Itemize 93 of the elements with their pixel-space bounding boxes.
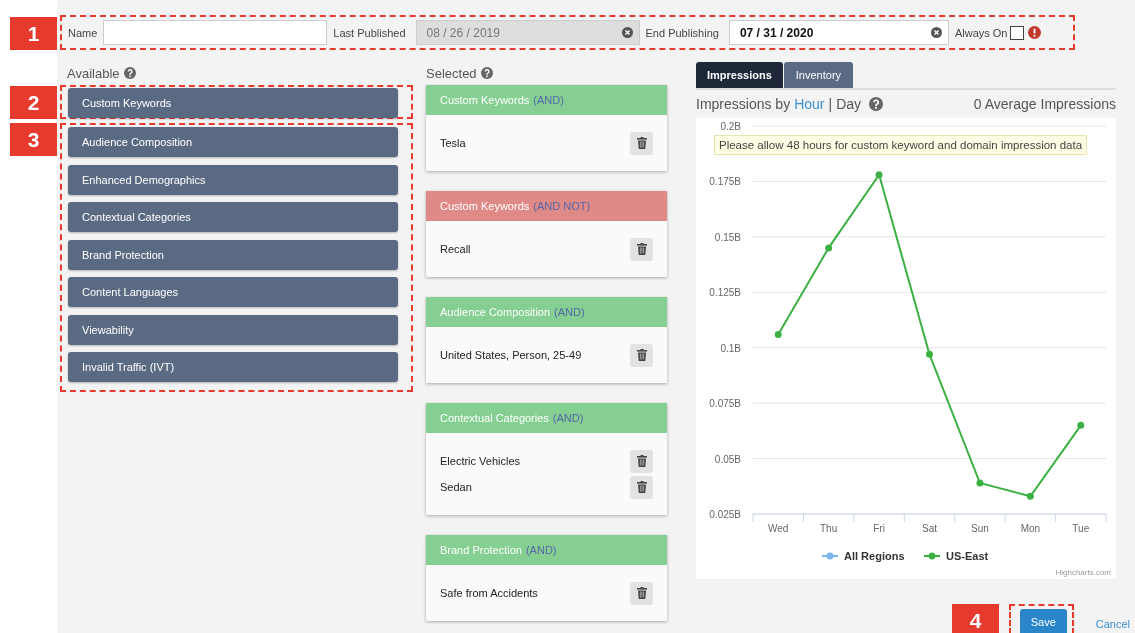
operator-label: (AND) — [552, 412, 584, 424]
trash-icon — [636, 349, 647, 361]
section-title: Available — [67, 65, 120, 81]
save-button[interactable]: Save — [1019, 609, 1067, 633]
delete-button[interactable] — [630, 449, 653, 473]
operator-label: (AND) — [533, 94, 564, 106]
callout-badge: 4 — [952, 604, 999, 633]
axis-label: 0.025B — [709, 509, 741, 520]
checkbox[interactable] — [1010, 25, 1025, 40]
data-point — [774, 330, 782, 338]
data-point — [1026, 492, 1034, 500]
card-title: Custom Keywords — [440, 94, 530, 106]
field-value: 07 / 31 / 2020 — [739, 25, 814, 40]
legend-marker-icon — [923, 552, 941, 560]
axis-label: Wed — [768, 523, 789, 534]
cancel-link[interactable]: Cancel — [1095, 618, 1130, 633]
field-value: 08 / 26 / 2019 — [426, 25, 500, 40]
category-button[interactable]: Content Languages — [68, 277, 398, 307]
field-label: Name — [68, 26, 98, 39]
operator-label: (AND) — [525, 544, 557, 556]
card-title: Custom Keywords — [440, 200, 530, 212]
axis-label: Tue — [1072, 523, 1090, 534]
axis-label: 0.175B — [709, 176, 741, 188]
help-icon[interactable] — [123, 67, 136, 79]
average-count: 0 Average Impressions — [973, 96, 1116, 112]
callout-badge: 2 — [10, 86, 57, 119]
clear-icon[interactable] — [930, 27, 942, 38]
axis-label: Thu — [820, 523, 838, 534]
trash-icon — [636, 137, 647, 149]
selected-item: United States, Person, 25-49 — [440, 349, 582, 361]
tab[interactable]: Impressions — [696, 62, 783, 88]
axis-label: 0.05B — [714, 453, 741, 465]
axis-label: 0.15B — [714, 231, 741, 243]
delete-button[interactable] — [630, 343, 653, 367]
card-title: Brand Protection — [440, 544, 522, 556]
axis-label: 0.125B — [709, 287, 741, 299]
checkbox-label: Always On — [954, 26, 1008, 39]
trash-icon — [636, 455, 647, 467]
axis-label: Sun — [971, 523, 989, 534]
axis-label: 0.1B — [720, 342, 741, 354]
period-link[interactable]: Day — [836, 96, 862, 112]
chart-title: Impressions by — [696, 96, 791, 112]
legend-marker-icon — [821, 552, 839, 560]
field-label: Last Published — [333, 26, 406, 39]
delete-button[interactable] — [630, 131, 653, 155]
section-title: Selected — [426, 65, 477, 81]
trash-icon — [636, 243, 647, 255]
axis-label: Sat — [922, 523, 937, 534]
category-button[interactable]: Enhanced Demographics — [68, 164, 398, 195]
axis-label: 0.075B — [709, 398, 741, 410]
credit-link[interactable]: Highcharts.com — [1055, 568, 1111, 577]
data-point — [926, 350, 933, 358]
trash-icon — [636, 481, 647, 493]
callout-badge: 3 — [10, 123, 57, 156]
card-title: Contextual Categories — [440, 412, 549, 424]
callout-badge: 1 — [10, 17, 57, 50]
selected-item: Tesla — [440, 137, 466, 149]
data-point — [976, 479, 984, 487]
separator: | — [828, 96, 833, 112]
card-title: Audience Composition — [440, 306, 551, 318]
selected-item: Safe from Accidents — [440, 587, 538, 599]
notice-banner: Please allow 48 hours for custom keyword and domain impression data — [714, 135, 1088, 155]
data-point — [875, 171, 883, 179]
legend-label[interactable]: US-East — [946, 550, 989, 562]
period-link[interactable]: Hour — [794, 96, 825, 112]
date-field[interactable]: 07 / 31 / 2020 — [728, 20, 949, 45]
legend-label[interactable]: All Regions — [844, 550, 905, 562]
category-button[interactable]: Custom Keywords — [68, 88, 398, 118]
category-button[interactable]: Invalid Traffic (IVT) — [68, 352, 398, 382]
category-button[interactable]: Audience Composition — [68, 127, 398, 157]
trash-icon — [636, 587, 647, 599]
axis-label: 0.2B — [720, 121, 741, 132]
delete-button[interactable] — [630, 581, 653, 605]
data-point — [1077, 421, 1085, 429]
category-button[interactable]: Viewability — [68, 314, 398, 345]
help-icon[interactable] — [869, 97, 884, 111]
operator-label: (AND NOT) — [533, 200, 591, 212]
data-point — [825, 244, 833, 252]
axis-label: Mon — [1020, 523, 1041, 534]
operator-label: (AND) — [554, 306, 585, 318]
help-icon[interactable] — [480, 67, 493, 79]
selected-item: Recall — [440, 243, 471, 255]
delete-button[interactable] — [630, 237, 653, 261]
category-button[interactable]: Brand Protection — [68, 239, 398, 270]
name-field[interactable] — [103, 20, 328, 45]
selected-item: Electric Vehicles — [440, 455, 521, 467]
tab[interactable]: Inventory — [783, 62, 854, 88]
alert-icon[interactable] — [1028, 26, 1042, 39]
axis-label: Fri — [873, 523, 885, 534]
category-button[interactable]: Contextual Categories — [68, 202, 398, 232]
delete-button[interactable] — [630, 475, 653, 499]
selected-item: Sedan — [440, 481, 472, 493]
field-label: End Publishing — [645, 26, 719, 39]
